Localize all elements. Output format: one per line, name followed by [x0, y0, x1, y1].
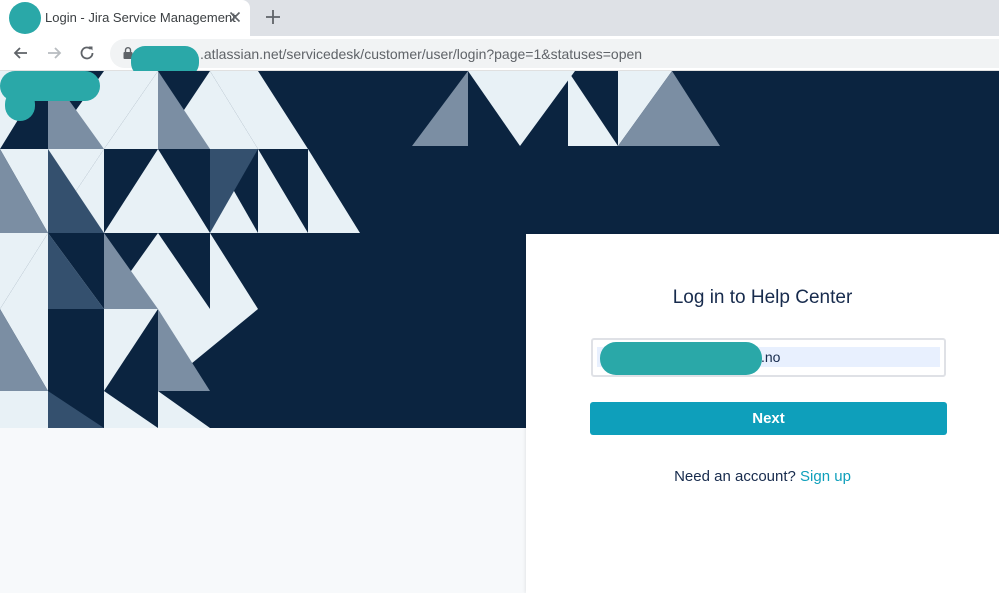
- browser-tab-bar: Login - Jira Service Management: [0, 0, 999, 36]
- tab-favicon-icon: [9, 2, 41, 34]
- browser-toolbar: .atlassian.net/servicedesk/customer/user…: [0, 36, 999, 77]
- plus-icon[interactable]: [262, 6, 284, 28]
- logo-redaction-mark: [0, 71, 100, 121]
- close-icon[interactable]: [226, 8, 244, 26]
- reload-icon[interactable]: [77, 43, 97, 63]
- forward-arrow-icon[interactable]: [44, 43, 64, 63]
- back-arrow-icon[interactable]: [11, 43, 31, 63]
- signup-row: Need an account? Sign up: [526, 468, 999, 485]
- email-redaction-mark: [600, 342, 762, 375]
- signup-prompt: Need an account?: [674, 468, 796, 485]
- signup-link[interactable]: Sign up: [800, 468, 851, 485]
- browser-tab[interactable]: Login - Jira Service Management: [0, 0, 250, 36]
- email-field-wrapper: [591, 338, 946, 377]
- address-bar[interactable]: .atlassian.net/servicedesk/customer/user…: [110, 39, 999, 77]
- next-button[interactable]: Next: [590, 402, 947, 435]
- login-card: Log in to Help Center Next Need an accou…: [526, 234, 999, 593]
- page-title: Log in to Help Center: [672, 287, 853, 308]
- tab-title: Login - Jira Service Management: [45, 10, 236, 25]
- url-text: .atlassian.net/servicedesk/customer/user…: [200, 46, 643, 62]
